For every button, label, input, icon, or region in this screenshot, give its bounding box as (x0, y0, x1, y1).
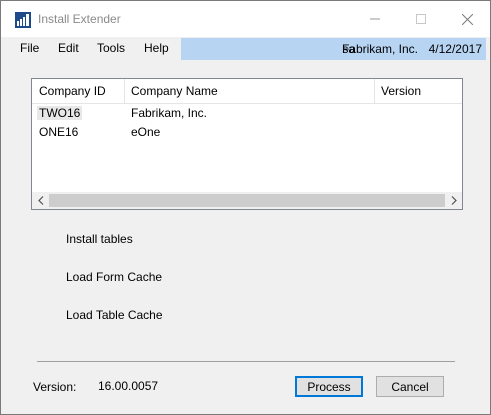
column-header-company-id[interactable]: Company ID (39, 84, 106, 98)
close-button[interactable] (444, 1, 490, 37)
step-install-tables: Install tables (66, 232, 133, 246)
version-value: 16.00.0057 (98, 379, 159, 393)
list-item[interactable]: ONE16 eOne (32, 123, 462, 141)
company-name-cell: Fabrikam, Inc. (131, 106, 208, 120)
company-name: Fabrikam, Inc. (341, 42, 418, 56)
menu-help[interactable]: Help (144, 41, 169, 55)
step-load-table-cache: Load Table Cache (66, 308, 163, 322)
minimize-icon (370, 18, 380, 20)
maximize-button[interactable] (398, 1, 444, 37)
menu-edit[interactable]: Edit (58, 41, 79, 55)
menu-tools[interactable]: Tools (97, 41, 125, 55)
company-name-cell: eOne (131, 125, 161, 139)
install-extender-window: Install Extender File Edit Tools Help sa… (0, 0, 491, 415)
version-label: Version: (33, 380, 77, 394)
company-id-cell: TWO16 (37, 106, 83, 120)
list-header: Company ID Company Name Version (32, 79, 462, 104)
close-icon (461, 13, 473, 25)
process-button[interactable]: Process (295, 376, 363, 397)
chevron-right-icon (451, 196, 457, 205)
column-separator[interactable] (124, 79, 125, 103)
user-info-bar: sa Fabrikam, Inc. 4/12/2017 (181, 38, 486, 60)
scroll-right-button[interactable] (445, 192, 462, 209)
user-date: 4/12/2017 (428, 42, 482, 56)
divider (37, 361, 455, 362)
minimize-button[interactable] (352, 1, 398, 37)
main-content: Company ID Company Name Version TWO16 Fa… (1, 61, 490, 414)
chevron-left-icon (37, 196, 43, 205)
menu-file[interactable]: File (20, 41, 39, 55)
horizontal-scrollbar[interactable] (32, 192, 462, 209)
column-header-company-name[interactable]: Company Name (131, 84, 218, 98)
menu-bar: File Edit Tools Help sa Fabrikam, Inc. 4… (1, 37, 490, 61)
column-separator[interactable] (374, 79, 375, 103)
cancel-button[interactable]: Cancel (376, 376, 444, 397)
title-bar: Install Extender (1, 1, 490, 37)
maximize-icon (416, 14, 426, 24)
scroll-left-button[interactable] (32, 192, 49, 209)
list-item[interactable]: TWO16 Fabrikam, Inc. (32, 104, 462, 122)
scroll-thumb[interactable] (49, 194, 445, 207)
company-list[interactable]: Company ID Company Name Version TWO16 Fa… (31, 78, 463, 210)
step-load-form-cache: Load Form Cache (66, 270, 163, 284)
company-id-cell: ONE16 (39, 125, 79, 139)
app-icon (15, 12, 31, 28)
column-header-version[interactable]: Version (381, 84, 421, 98)
window-title: Install Extender (38, 12, 121, 26)
